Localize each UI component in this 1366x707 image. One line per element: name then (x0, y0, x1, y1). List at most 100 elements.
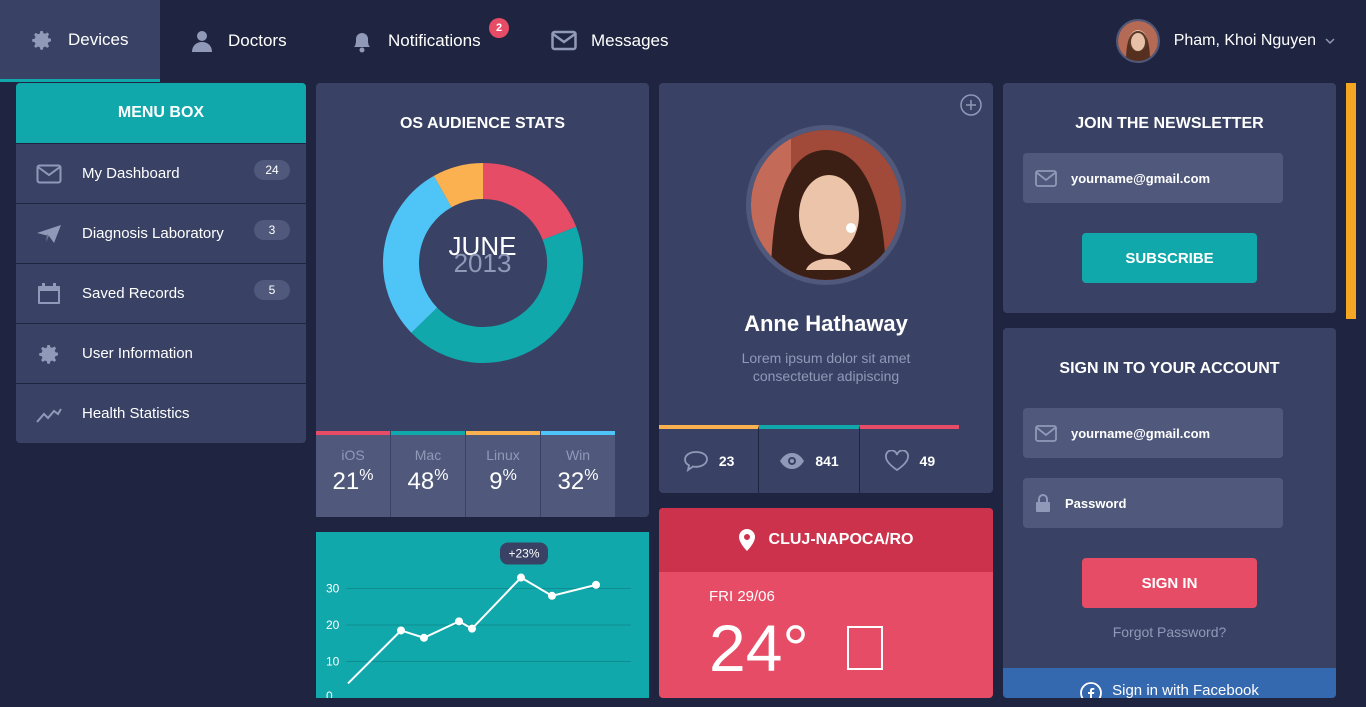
profile-likes[interactable]: 49 (859, 425, 959, 493)
menu-item-saved-records[interactable]: Saved Records 5 (16, 263, 306, 323)
top-navigation: Devices Doctors Notifications 2 Messages… (0, 0, 1366, 82)
eye-icon (780, 453, 805, 469)
gear-icon (39, 344, 58, 364)
email-value: yourname@gmail.com (1071, 425, 1211, 441)
user-menu[interactable]: Pham, Khoi Nguyen (1115, 0, 1336, 82)
y-tick-label: 10 (326, 655, 340, 669)
os-name: iOS (341, 447, 365, 463)
profile-views[interactable]: 841 (759, 425, 860, 493)
bell-icon (354, 33, 370, 53)
donut-slice-ios (482, 163, 577, 241)
nav-label: Notifications (388, 31, 481, 50)
menu-item-health-statistics[interactable]: Health Statistics (16, 383, 306, 443)
nav-notifications[interactable]: Notifications (350, 0, 481, 82)
menu-item-diagnosis-laboratory[interactable]: Diagnosis Laboratory 3 (16, 203, 306, 263)
profile-comments[interactable]: 23 (659, 425, 760, 493)
y-tick-label: 30 (326, 582, 340, 596)
menu-item-label: Health Statistics (82, 405, 190, 422)
forgot-password-link[interactable]: Forgot Password? (1003, 624, 1336, 640)
profile-stat-value: 23 (718, 453, 735, 469)
menu-box-title: MENU BOX (16, 83, 306, 143)
weather-location: CLUJ-NAPOCA/RO (768, 531, 914, 548)
chevron-down-icon (1325, 38, 1335, 45)
facebook-icon (1080, 682, 1103, 698)
percent-sign: % (502, 467, 517, 484)
scrollbar[interactable] (1346, 83, 1356, 319)
nav-messages[interactable]: Messages (551, 0, 668, 82)
data-point[interactable] (468, 624, 476, 633)
menu-item-label: My Dashboard (82, 165, 180, 182)
os-name: Win (565, 447, 591, 463)
data-point[interactable] (397, 626, 405, 635)
card-title: OS AUDIENCE STATS (399, 115, 566, 132)
signin-button[interactable]: SIGN IN (1082, 558, 1257, 608)
line-chart-card: 0 10 20 30 +23% (316, 532, 649, 698)
card-title: SIGN IN TO YOUR ACCOUNT (1059, 360, 1280, 377)
envelope-icon (1035, 169, 1057, 187)
facebook-signin-button[interactable]: Sign in with Facebook (1003, 668, 1336, 698)
os-stats-row: iOS 21% Mac 48% Linux 9% Win 32% (316, 431, 616, 517)
menu-item-label: Saved Records (82, 285, 185, 302)
signin-email-field[interactable]: yourname@gmail.com (1023, 408, 1283, 458)
paper-plane-icon (37, 224, 61, 243)
os-stat-ios: iOS 21% (316, 431, 391, 517)
envelope-icon (551, 30, 577, 51)
os-stat-linux: Linux 9% (466, 431, 541, 517)
lock-icon (1036, 494, 1050, 512)
profile-description: Lorem ipsum dolor sit amet consectetuer … (659, 349, 993, 385)
profile-card: Anne Hathaway Lorem ipsum dolor sit amet… (659, 83, 993, 493)
nav-label: Messages (591, 31, 669, 50)
location-pin-icon (738, 529, 755, 551)
percent-sign: % (584, 467, 599, 484)
os-stat-win: Win 32% (541, 431, 616, 517)
newsletter-card: JOIN THE NEWSLETTER yourname@gmail.com S… (1003, 83, 1336, 313)
profile-avatar (746, 125, 906, 285)
os-value: 21 (332, 468, 360, 495)
newsletter-email-field[interactable]: yourname@gmail.com (1023, 153, 1283, 203)
weather-icon (847, 626, 883, 670)
notification-badge: 2 (489, 18, 509, 38)
profile-desc-line: Lorem ipsum dolor sit amet (741, 350, 911, 366)
percent-sign: % (359, 467, 374, 484)
facebook-label: Sign in with Facebook (1112, 682, 1259, 698)
subscribe-button[interactable]: SUBSCRIBE (1082, 233, 1257, 283)
donut-slice-linux (433, 163, 484, 208)
os-name: Linux (486, 447, 520, 463)
profile-stat-value: 841 (815, 453, 839, 469)
profile-stat-value: 49 (919, 453, 936, 469)
line-chart: 0 10 20 30 +23% (326, 542, 631, 698)
weather-date: FRI 29/06 (709, 588, 775, 605)
os-value: 32 (557, 468, 585, 495)
menu-item-count: 24 (254, 160, 290, 180)
data-point[interactable] (548, 591, 556, 600)
weather-header: CLUJ-NAPOCA/RO (659, 508, 993, 572)
nav-doctors[interactable]: Doctors (190, 0, 287, 82)
data-point[interactable] (455, 617, 463, 626)
menu-box: MENU BOX My Dashboard 24 Diagnosis Labor… (16, 83, 306, 443)
donut-year: 2013 (453, 248, 512, 278)
os-stat-mac: Mac 48% (391, 431, 466, 517)
data-point[interactable] (420, 633, 428, 642)
nav-devices[interactable]: Devices (0, 0, 160, 82)
os-name: Mac (414, 447, 442, 463)
percent-sign: % (434, 467, 449, 484)
os-value: 48 (407, 468, 435, 495)
data-point[interactable] (517, 573, 525, 582)
avatar (1115, 19, 1160, 63)
gear-icon (32, 30, 51, 50)
envelope-icon (36, 164, 62, 183)
menu-item-user-information[interactable]: User Information (16, 323, 306, 383)
card-title: JOIN THE NEWSLETTER (1075, 115, 1264, 132)
signin-password-field[interactable]: Password (1023, 478, 1283, 528)
y-tick-label: 0 (326, 689, 333, 698)
menu-item-label: User Information (82, 345, 193, 362)
menu-item-my-dashboard[interactable]: My Dashboard 24 (16, 143, 306, 203)
tooltip-badge-label: +23% (508, 547, 539, 561)
y-tick-label: 20 (326, 618, 340, 632)
data-point[interactable] (592, 580, 600, 589)
menu-item-count: 5 (254, 280, 290, 300)
add-circle-icon[interactable] (959, 93, 983, 117)
heart-icon (884, 450, 909, 472)
comment-icon (683, 451, 708, 472)
profile-desc-line: consectetuer adipiscing (752, 368, 900, 384)
